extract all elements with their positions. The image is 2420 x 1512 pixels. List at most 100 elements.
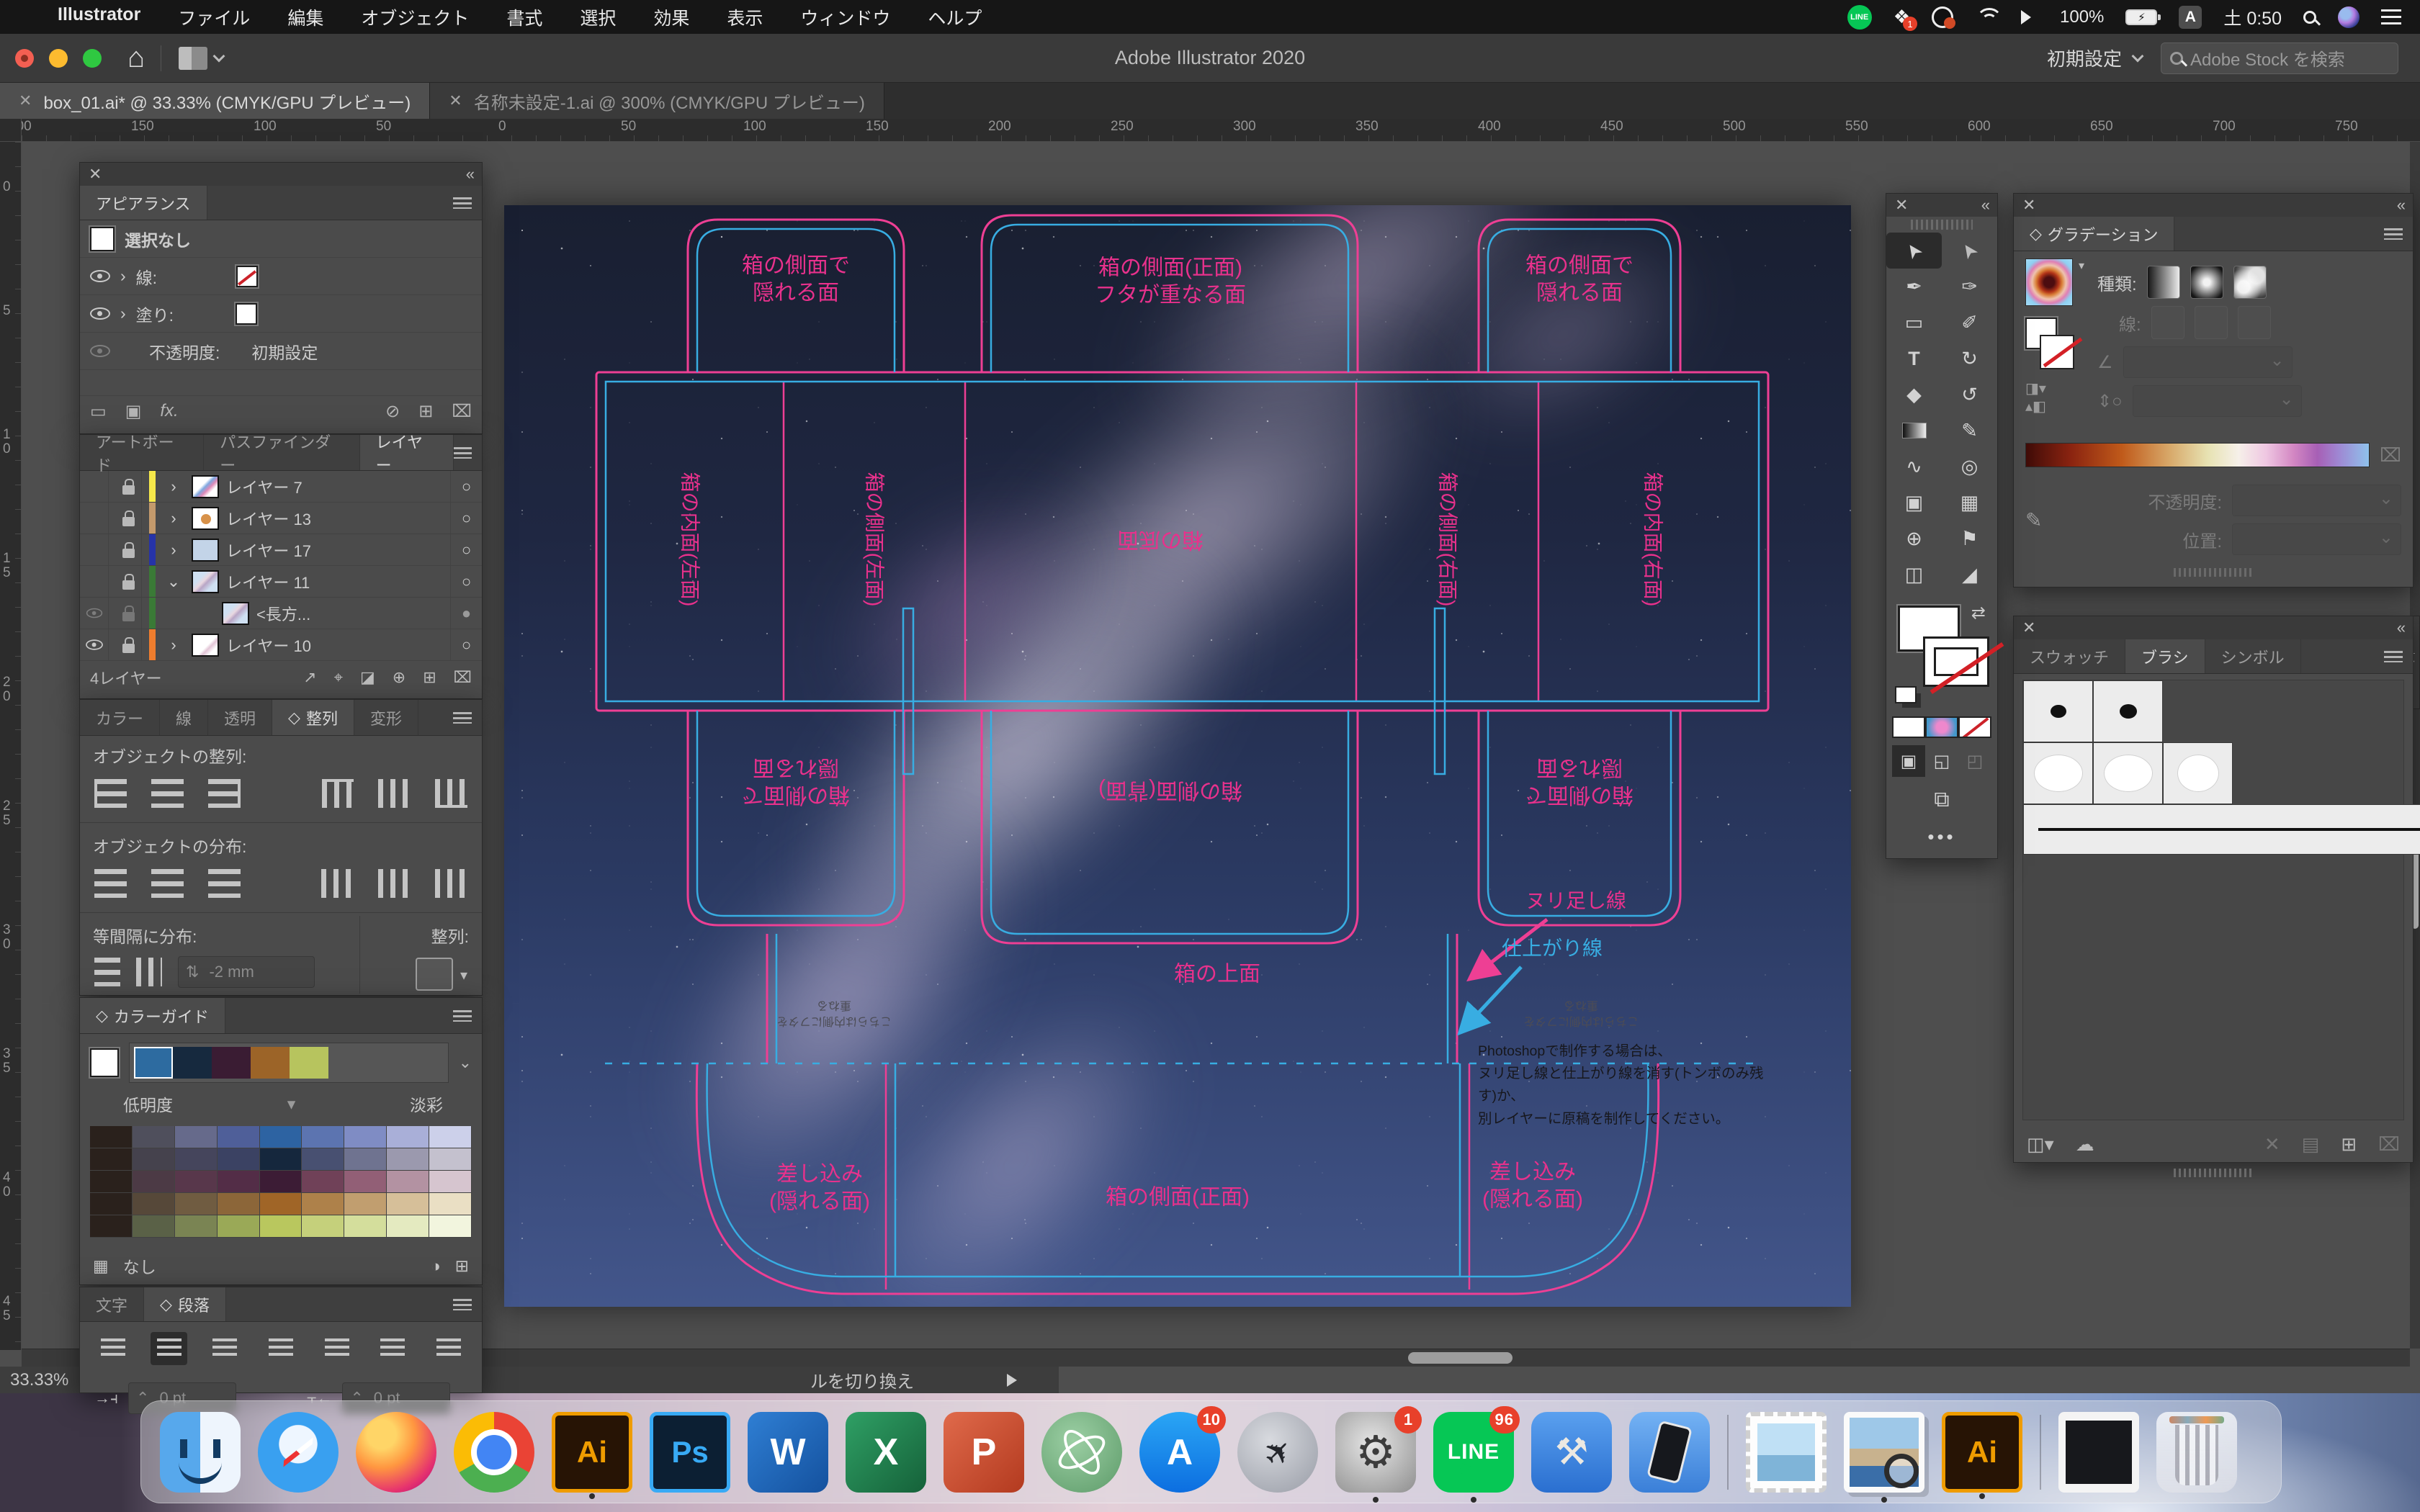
harmony-colors-strip[interactable]	[129, 1043, 449, 1083]
vertical-distribute-space-button[interactable]	[94, 958, 120, 986]
document-tab[interactable]: ✕名称未設定-1.ai @ 300% (CMYK/GPU プレビュー)	[430, 83, 884, 119]
input-source-icon[interactable]: A	[2179, 6, 2202, 29]
close-panel-icon[interactable]: ✕	[2022, 196, 2035, 215]
type-tool[interactable]: T	[1886, 341, 1942, 377]
tab-transform[interactable]: 変形	[354, 700, 418, 735]
color-variation-swatch[interactable]	[218, 1148, 260, 1171]
pen-tool[interactable]: ✒	[1886, 269, 1942, 305]
lock-icon[interactable]	[116, 598, 142, 629]
tab-symbols[interactable]: シンボル	[2205, 639, 2301, 673]
color-variation-swatch[interactable]	[218, 1193, 260, 1215]
menu-item[interactable]: 選択	[561, 4, 635, 30]
gradient-eyedropper-icon[interactable]: ✎	[2025, 508, 2042, 532]
rotate-tool[interactable]: ↻	[1942, 341, 1997, 377]
color-variation-swatch[interactable]	[387, 1171, 429, 1193]
status-play-icon[interactable]	[1007, 1374, 1023, 1387]
layer-thumbnail[interactable]	[192, 634, 219, 657]
direct-selection-tool[interactable]: ➤	[1942, 233, 1997, 269]
tab-stroke[interactable]: 線	[160, 700, 208, 735]
panel-menu-icon[interactable]	[453, 197, 472, 209]
tab-brushes[interactable]: ブラシ	[2125, 639, 2205, 673]
eraser-tool[interactable]: ◆	[1886, 377, 1942, 413]
justify-all-button[interactable]	[430, 1332, 467, 1365]
freeform-gradient-button[interactable]	[2233, 266, 2267, 299]
gradient-preview-swatch[interactable]	[2025, 258, 2073, 306]
expand-icon[interactable]: ›	[163, 541, 184, 559]
color-button[interactable]	[1892, 716, 1925, 738]
horizontal-scrollbar-thumb[interactable]	[1408, 1352, 1512, 1364]
eyedropper-tool[interactable]: ✎	[1942, 413, 1997, 449]
tab-layers[interactable]: レイヤー	[360, 435, 454, 470]
dock-mail-icon[interactable]	[1746, 1412, 1827, 1493]
align-bottom-button[interactable]	[435, 779, 467, 808]
layer-visibility-cell[interactable]	[80, 471, 109, 502]
dock-safari-icon[interactable]	[258, 1412, 339, 1493]
distribute-bottom-button[interactable]	[208, 869, 241, 898]
collapse-icon[interactable]: ⌄	[163, 572, 184, 591]
justify-last-center-button[interactable]	[318, 1332, 356, 1365]
layer-target-icon[interactable]: ○	[450, 629, 482, 660]
appearance-row-opacity[interactable]: 不透明度: 初期設定	[80, 333, 482, 370]
dock-rocket-app-icon[interactable]: ✈	[1237, 1412, 1318, 1493]
dock-trash-icon[interactable]	[2156, 1412, 2237, 1493]
screen-mode-button[interactable]: ⧉	[1892, 784, 1991, 816]
tab-color[interactable]: カラー	[80, 700, 160, 735]
layer-row[interactable]: › レイヤー 7 ○	[80, 471, 482, 503]
layer-target-icon[interactable]: ○	[450, 471, 482, 502]
battery-icon[interactable]: ⚡	[2125, 9, 2157, 25]
color-variation-swatch[interactable]	[302, 1126, 344, 1148]
panel-menu-icon[interactable]	[453, 1010, 472, 1022]
lock-icon[interactable]	[116, 566, 142, 597]
lock-icon[interactable]	[116, 503, 142, 534]
creative-cloud-icon[interactable]	[1932, 6, 1953, 28]
panel-menu-icon[interactable]	[454, 447, 472, 459]
distribute-top-button[interactable]	[94, 869, 127, 898]
distribute-hcenter-button[interactable]	[378, 869, 411, 898]
notification-center-icon[interactable]	[2381, 9, 2401, 25]
delete-layer-icon[interactable]: ⌧	[454, 668, 472, 687]
more-tools-icon[interactable]: •••	[1886, 826, 1997, 848]
layer-target-icon[interactable]: ○	[450, 566, 482, 597]
align-right-button[interactable]	[206, 1332, 243, 1365]
color-variation-swatch[interactable]	[260, 1126, 302, 1148]
appearance-row-selection[interactable]: 選択なし	[80, 220, 482, 258]
layer-target-icon[interactable]: ○	[450, 534, 482, 565]
edit-colors-icon[interactable]: ◑	[431, 1256, 441, 1276]
spotlight-icon[interactable]	[2303, 11, 2316, 24]
ruler-corner[interactable]	[0, 119, 22, 142]
layer-thumbnail[interactable]	[192, 570, 219, 593]
perspective-grid-tool[interactable]: ▦	[1942, 485, 1997, 521]
line-status-icon[interactable]: LINE	[1847, 5, 1872, 30]
layer-sub-row[interactable]: <長方... ●	[80, 598, 482, 629]
gradient-slider[interactable]	[2025, 443, 2370, 467]
variation-type-left[interactable]: 低明度	[123, 1092, 173, 1116]
fullscreen-window-button[interactable]	[83, 49, 102, 68]
fx-icon[interactable]: fx.	[160, 401, 178, 421]
fill-stroke-indicator[interactable]: ⇄	[1894, 601, 1990, 709]
color-variations-grid[interactable]	[80, 1120, 482, 1243]
workspace-switcher[interactable]: 初期設定	[2047, 45, 2142, 71]
reverse-gradient-icon[interactable]: ◨▾▴◧	[2025, 379, 2084, 415]
collapse-panel-icon[interactable]: «	[466, 165, 473, 184]
harmony-color[interactable]	[290, 1047, 328, 1079]
distribute-left-button[interactable]	[321, 869, 354, 898]
expand-icon[interactable]: ›	[120, 304, 126, 323]
harmony-color[interactable]	[251, 1047, 290, 1079]
cc-libraries-icon[interactable]: ☁	[2076, 1133, 2094, 1156]
new-stroke-icon[interactable]: ▭	[90, 401, 107, 422]
color-variation-swatch[interactable]	[218, 1126, 260, 1148]
color-variation-swatch[interactable]	[133, 1148, 175, 1171]
brush-item-dot-small[interactable]	[2093, 680, 2163, 742]
symbol-tool[interactable]: ◫	[1886, 557, 1942, 593]
duplicate-item-icon[interactable]: ⊞	[418, 401, 433, 422]
draw-behind-mode[interactable]: ◱	[1925, 745, 1958, 777]
color-variation-swatch[interactable]	[344, 1215, 387, 1238]
color-variation-swatch[interactable]	[90, 1215, 133, 1238]
color-variation-swatch[interactable]	[344, 1148, 387, 1171]
menu-item[interactable]: ヘルプ	[909, 4, 1000, 30]
free-transform-tool[interactable]: ◢	[1942, 557, 1997, 593]
artboard-tool[interactable]: ▣	[1886, 485, 1942, 521]
siri-icon[interactable]	[2338, 6, 2360, 28]
justify-last-left-button[interactable]	[262, 1332, 300, 1365]
base-color-swatch[interactable]	[90, 1048, 119, 1077]
